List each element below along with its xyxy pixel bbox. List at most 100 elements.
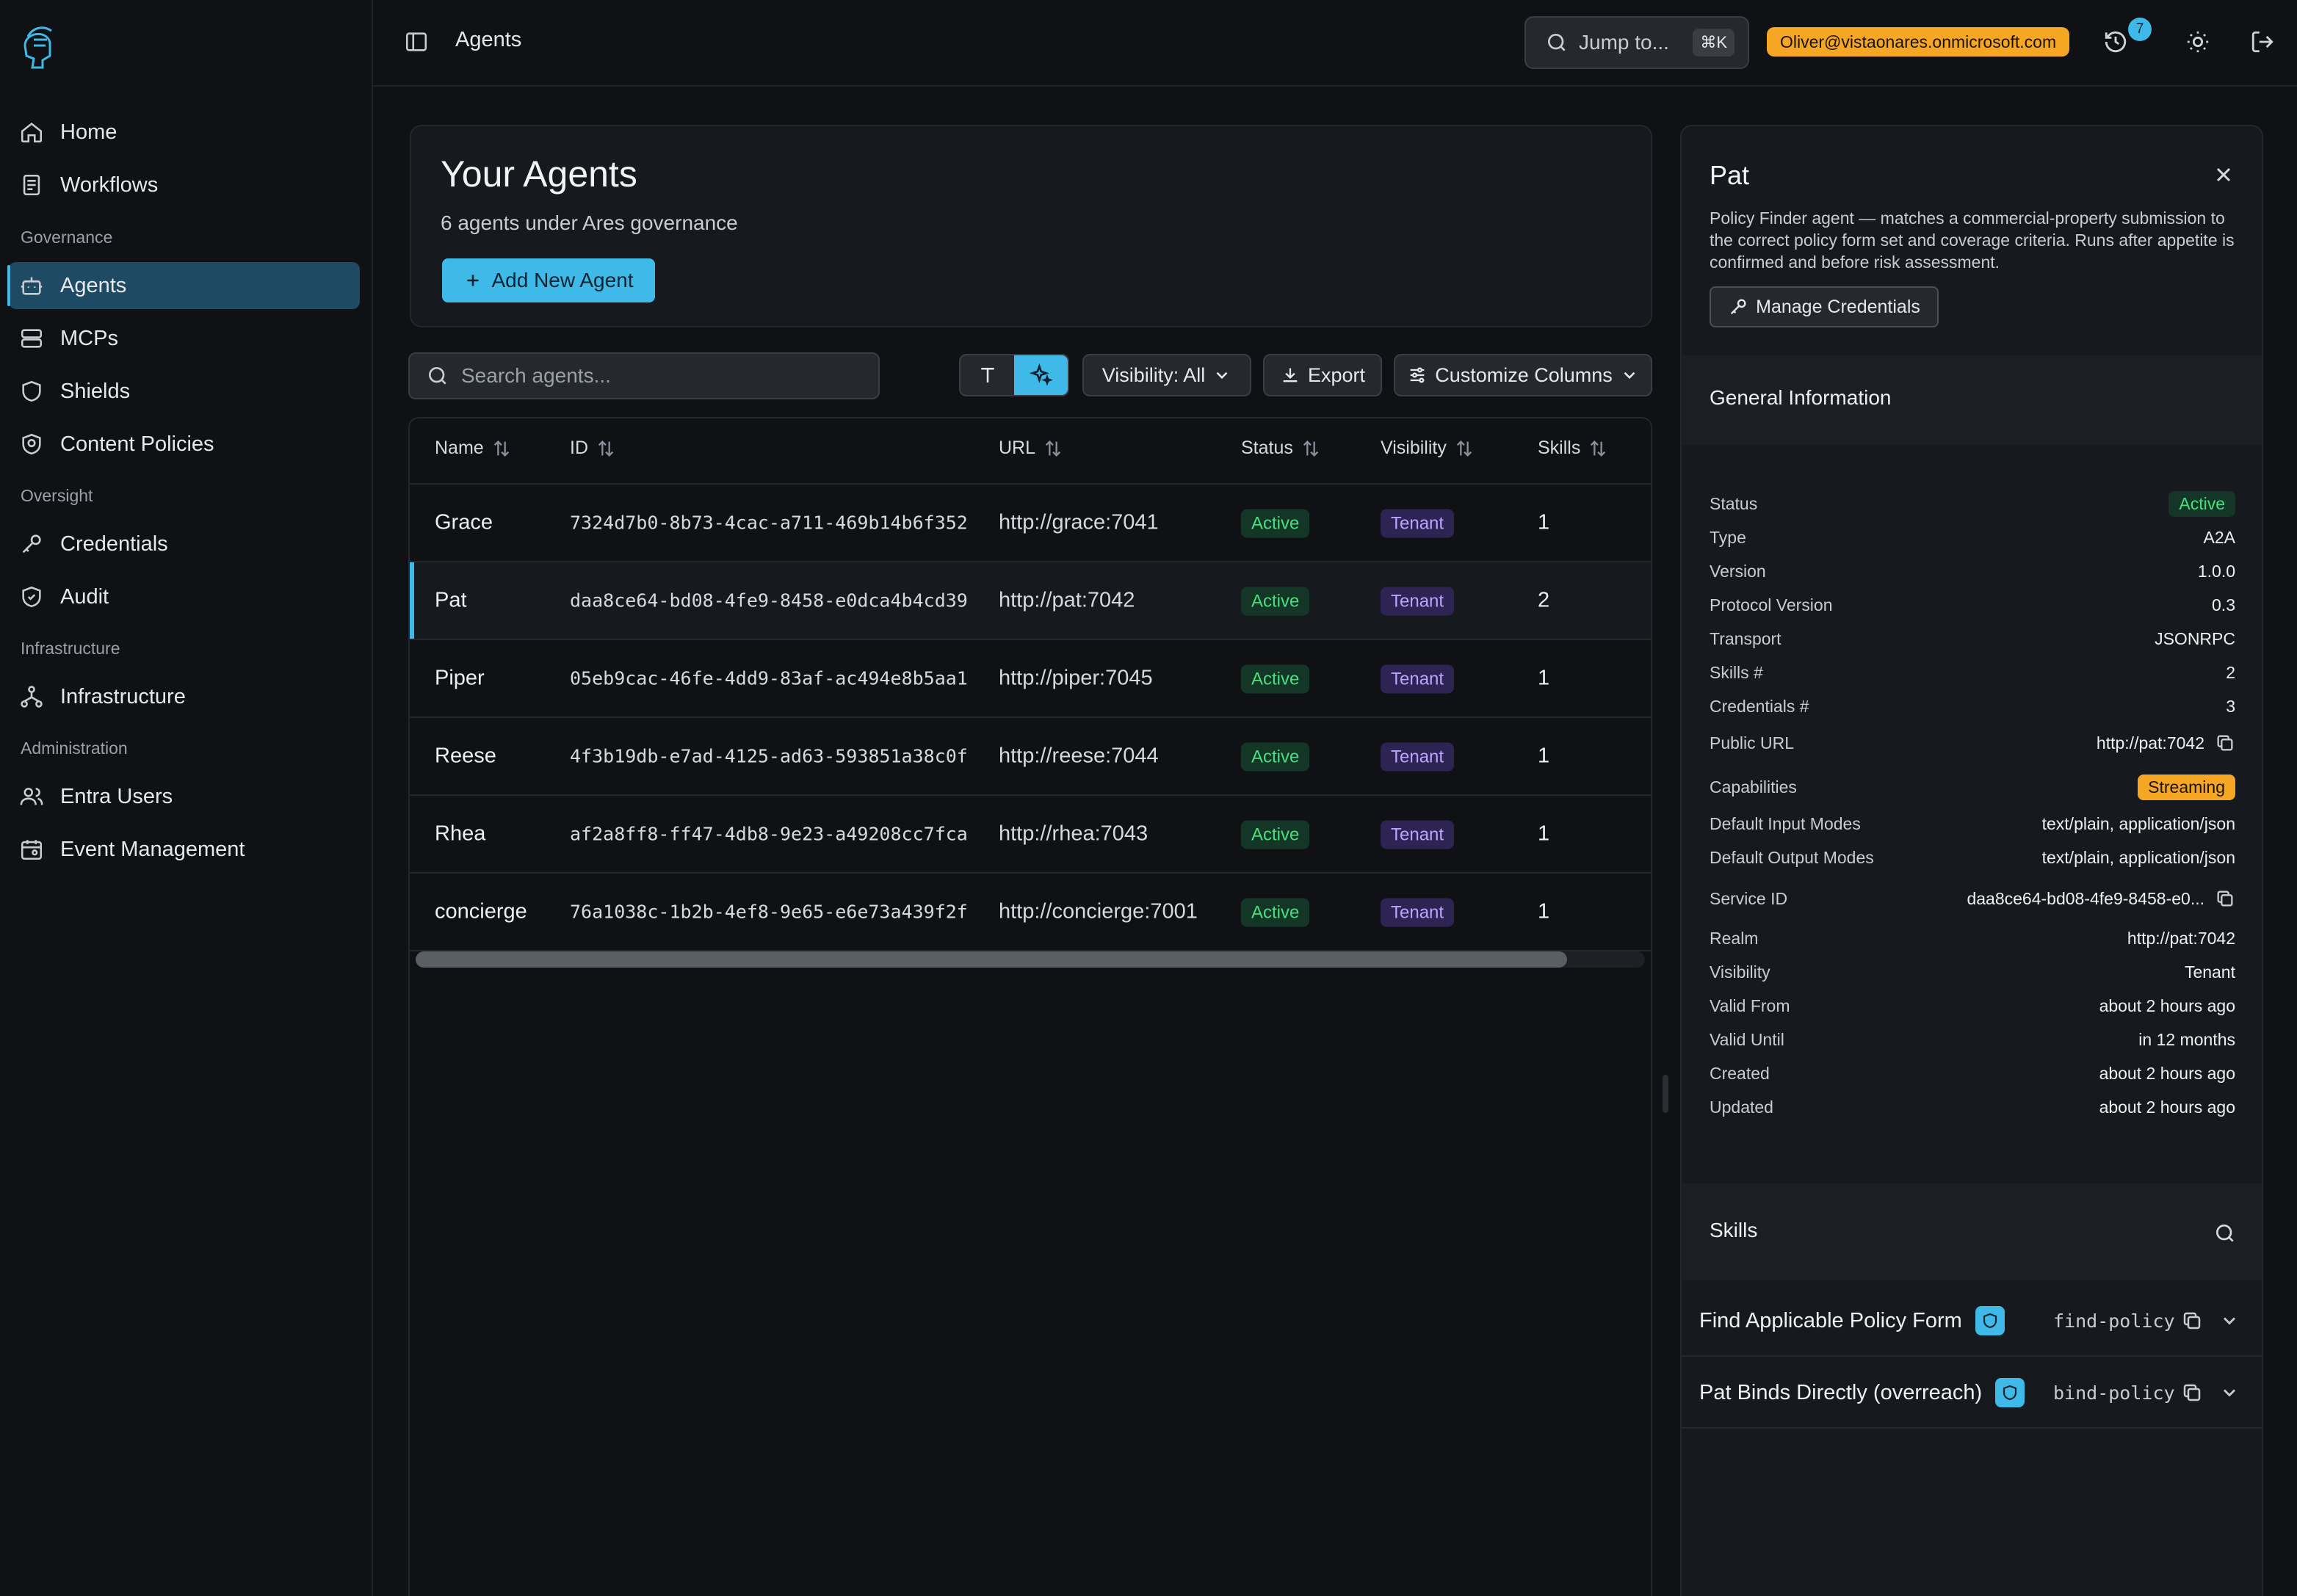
table-row-selected[interactable]: Pat daa8ce64-bd08-4fe9-8458-e0dca4b4cd39…	[410, 562, 1651, 640]
copy-icon[interactable]	[2215, 888, 2235, 909]
search-input[interactable]	[461, 364, 843, 388]
chevron-down-icon[interactable]	[2219, 1382, 2240, 1403]
agent-name: Pat	[435, 588, 467, 612]
status-badge: Active	[1241, 742, 1310, 772]
bot-icon	[21, 277, 43, 295]
table-row[interactable]: concierge 76a1038c-1b2b-4ef8-9e65-e6e73a…	[410, 874, 1651, 951]
scrollbar-thumb[interactable]	[416, 951, 1567, 968]
jump-to-button[interactable]: Jump to... ⌘K	[1524, 16, 1749, 69]
manage-credentials-button[interactable]: Manage Credentials	[1710, 286, 1939, 327]
agent-url: http://rhea:7043	[999, 821, 1148, 846]
customize-columns-dropdown[interactable]: Customize Columns	[1394, 354, 1652, 396]
calendar-icon	[21, 840, 43, 860]
column-header-skills[interactable]: Skills	[1538, 438, 1608, 459]
text-search-mode-button[interactable]	[961, 355, 1014, 395]
export-button[interactable]: Export	[1263, 354, 1382, 396]
sidebar-item-label: Agents	[60, 273, 127, 297]
ares-logo-icon[interactable]	[18, 23, 56, 70]
info-key: Capabilities	[1710, 777, 1797, 797]
column-header-id[interactable]: ID	[570, 438, 616, 459]
sidebar-item-label: Entra Users	[60, 784, 173, 808]
search-icon[interactable]	[2213, 1222, 2237, 1245]
theme-toggle-icon[interactable]	[2185, 29, 2210, 54]
table-row[interactable]: Rhea af2a8ff8-ff47-4db8-9e23-a49208cc7fc…	[410, 796, 1651, 874]
close-icon[interactable]	[2212, 163, 2235, 186]
skill-item[interactable]: Pat Binds Directly (overreach) bind-poli…	[1682, 1358, 2262, 1429]
agent-id: 4f3b19db-e7ad-4125-ad63-593851a38c0f	[570, 745, 968, 767]
column-header-visibility[interactable]: Visibility	[1381, 438, 1475, 459]
copy-icon[interactable]	[2181, 1310, 2203, 1332]
info-row-visibility: Visibility Tenant	[1710, 959, 2235, 985]
shield-icon	[1995, 1378, 2025, 1407]
info-value: 1.0.0	[2197, 561, 2235, 581]
sidebar-item-home[interactable]: Home	[9, 109, 360, 156]
sidebar-item-audit[interactable]: Audit	[9, 573, 360, 620]
info-key: Created	[1710, 1063, 1770, 1083]
agents-table: Name ID URL Status Visibility Skills Gra…	[408, 417, 1652, 1596]
sidebar-item-event-management[interactable]: Event Management	[9, 826, 360, 873]
column-label: URL	[999, 438, 1036, 458]
agent-id: 76a1038c-1b2b-4ef8-9e65-e6e73a439f2f	[570, 901, 968, 923]
info-value: JSONRPC	[2155, 628, 2235, 648]
info-row-version: Version 1.0.0	[1710, 558, 2235, 584]
user-email-badge[interactable]: Oliver@vistaonares.onmicrosoft.com	[1767, 27, 2070, 57]
horizontal-scrollbar[interactable]	[416, 951, 1645, 968]
home-icon	[21, 123, 43, 143]
column-label: Status	[1241, 438, 1293, 458]
sidebar-item-shields[interactable]: Shields	[9, 368, 360, 415]
info-key: Service ID	[1710, 888, 1788, 908]
sidebar-item-infrastructure[interactable]: Infrastructure	[9, 673, 360, 720]
visibility-filter-dropdown[interactable]: Visibility: All	[1082, 354, 1251, 396]
nav-section-administration: Administration	[21, 739, 128, 758]
agent-detail-panel: Pat Policy Finder agent — matches a comm…	[1680, 125, 2263, 1596]
add-new-agent-button[interactable]: Add New Agent	[442, 258, 655, 302]
skill-item[interactable]: Find Applicable Policy Form find-policy	[1682, 1286, 2262, 1357]
copy-icon[interactable]	[2181, 1382, 2203, 1404]
capability-badge: Streaming	[2138, 774, 2235, 800]
table-row[interactable]: Grace 7324d7b0-8b73-4cac-a711-469b14b6f3…	[410, 485, 1651, 562]
info-key: Type	[1710, 527, 1746, 547]
agent-id: 7324d7b0-8b73-4cac-a711-469b14b6f352	[570, 512, 968, 534]
column-header-status[interactable]: Status	[1241, 438, 1321, 459]
copy-icon[interactable]	[2215, 733, 2235, 753]
sidebar-item-label: Shields	[60, 379, 131, 403]
info-value: about 2 hours ago	[2099, 995, 2235, 1015]
info-key: Protocol Version	[1710, 595, 1833, 614]
sidebar-item-entra-users[interactable]: Entra Users	[9, 773, 360, 820]
sidebar-item-mcps[interactable]: MCPs	[9, 315, 360, 362]
panel-resize-handle[interactable]	[1663, 1075, 1668, 1113]
sidebar-item-credentials[interactable]: Credentials	[9, 520, 360, 567]
sidebar-item-label: Event Management	[60, 837, 245, 861]
column-header-name[interactable]: Name	[435, 438, 512, 459]
search-box[interactable]	[408, 352, 880, 399]
column-label: Visibility	[1381, 438, 1447, 458]
sort-icon	[493, 440, 509, 457]
plus-icon	[467, 275, 480, 286]
skills-count: 1	[1538, 744, 1550, 768]
sidebar-item-label: Home	[60, 120, 117, 144]
chevron-down-icon[interactable]	[2219, 1310, 2240, 1331]
sidebar-item-content-policies[interactable]: Content Policies	[9, 421, 360, 468]
table-row[interactable]: Reese 4f3b19db-e7ad-4125-ad63-593851a38c…	[410, 718, 1651, 796]
column-header-url[interactable]: URL	[999, 438, 1063, 459]
search-mode-toggle	[959, 354, 1069, 396]
sidebar-item-workflows[interactable]: Workflows	[9, 162, 360, 208]
notification-count-badge: 7	[2128, 18, 2152, 41]
skill-id: find-policy	[2053, 1310, 2175, 1332]
sidebar-toggle-icon[interactable]	[404, 29, 429, 54]
customize-columns-label: Customize Columns	[1435, 363, 1613, 386]
sidebar-item-label: Audit	[60, 584, 109, 609]
info-row-status: Status Active	[1710, 490, 2235, 517]
info-value: text/plain, application/json	[2041, 847, 2235, 867]
sidebar-item-label: MCPs	[60, 326, 118, 350]
sidebar-item-agents[interactable]: Agents	[7, 262, 360, 309]
table-row[interactable]: Piper 05eb9cac-46fe-4dd9-83af-ac494e8b5a…	[410, 640, 1651, 718]
info-row-valid-from: Valid From about 2 hours ago	[1710, 993, 2235, 1019]
ai-search-mode-button[interactable]	[1014, 355, 1068, 395]
logout-icon[interactable]	[2250, 29, 2275, 54]
info-key: Credentials #	[1710, 696, 1809, 716]
visibility-badge: Tenant	[1381, 664, 1455, 694]
agent-url: http://reese:7044	[999, 744, 1159, 768]
shield-check-icon	[22, 586, 41, 608]
history-icon[interactable]	[2103, 29, 2128, 54]
